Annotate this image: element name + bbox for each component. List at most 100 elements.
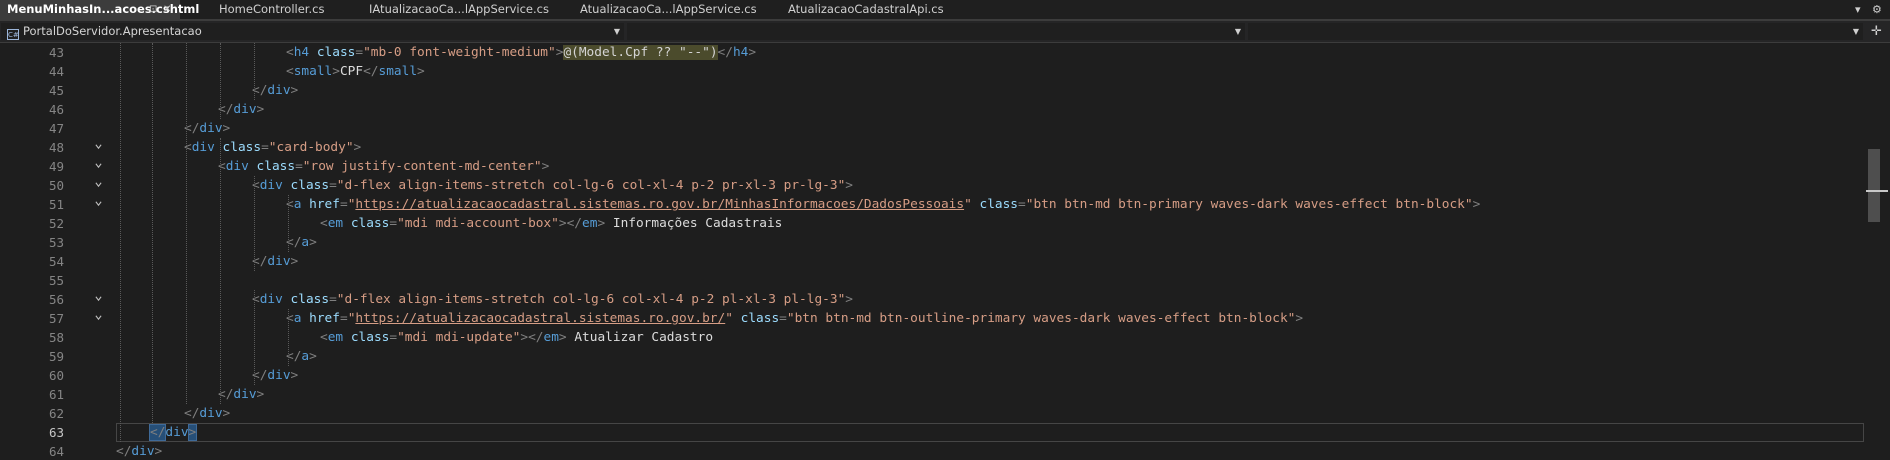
code-token: = bbox=[339, 197, 348, 212]
code-line[interactable]: 51 <a href="https://atualizacaocadastral.… bbox=[0, 195, 1866, 214]
indent-guide bbox=[254, 43, 255, 100]
code-line[interactable]: 54 </div> bbox=[0, 252, 1866, 271]
line-number: 45 bbox=[48, 83, 64, 98]
indent-guide bbox=[152, 43, 153, 423]
code-token: > bbox=[256, 387, 265, 402]
code-token: = bbox=[329, 292, 337, 307]
code-token: "btn btn-md btn-primary waves-dark waves… bbox=[1025, 197, 1473, 212]
tab-label: AtualizacaoCadastralApi.cs bbox=[788, 2, 944, 16]
line-number: 49 bbox=[48, 159, 64, 174]
code-line[interactable]: 59 </a> bbox=[0, 347, 1866, 366]
code-text: <small>CPF</small> bbox=[286, 62, 425, 81]
code-line[interactable]: 53 </a> bbox=[0, 233, 1866, 252]
code-token: a bbox=[301, 349, 310, 364]
code-token: > bbox=[845, 292, 854, 307]
tab-overflow-icon[interactable]: ▾ bbox=[1855, 0, 1861, 19]
code-line[interactable]: 64 </div> bbox=[0, 442, 1866, 460]
code-token: = bbox=[339, 311, 348, 326]
code-line[interactable]: 56 <div class="d-flex align-items-stretch… bbox=[0, 290, 1866, 309]
code-line[interactable]: 60 </div> bbox=[0, 366, 1866, 385]
indent-guide bbox=[186, 43, 187, 404]
scrollbar-thumb[interactable] bbox=[1868, 149, 1880, 222]
code-token: < bbox=[286, 64, 294, 79]
code-token: </ bbox=[148, 424, 167, 441]
code-line[interactable]: 45 </div> bbox=[0, 81, 1866, 100]
line-number: 62 bbox=[48, 406, 64, 421]
line-number: 51 bbox=[48, 197, 64, 212]
tab-label: AtualizacaoCa...lAppService.cs bbox=[580, 2, 757, 16]
indent-guide bbox=[288, 195, 289, 252]
fold-chevron-icon[interactable] bbox=[95, 295, 102, 302]
chevron-down-icon: ▼ bbox=[613, 27, 620, 36]
code-text: </div> bbox=[116, 442, 162, 460]
code-line[interactable]: 63 </div> bbox=[0, 423, 1866, 442]
code-text: </div> bbox=[218, 385, 264, 404]
line-number: 47 bbox=[48, 121, 64, 136]
code-token: > bbox=[353, 140, 362, 155]
code-token: class bbox=[214, 140, 262, 155]
code-line[interactable]: 58 <em class="mdi mdi-update"></em> Atual… bbox=[0, 328, 1866, 347]
code-token: Informações Cadastrais bbox=[612, 216, 783, 231]
code-line[interactable]: 50 <div class="d-flex align-items-stretch… bbox=[0, 176, 1866, 195]
tab-menuminhasinformacoes[interactable]: MenuMinhasIn...acoes.cshtml ⊡ ✕ bbox=[0, 0, 199, 19]
fold-chevron-icon[interactable] bbox=[95, 314, 102, 321]
close-icon[interactable]: ✕ bbox=[163, 0, 171, 19]
line-number: 58 bbox=[48, 330, 64, 345]
code-line[interactable]: 44 <small>CPF</small> bbox=[0, 62, 1866, 81]
document-tab-bar: MenuMinhasIn...acoes.cshtml ⊡ ✕ HomeCont… bbox=[0, 0, 1890, 21]
code-line[interactable]: 49 <div class="row justify-content-md-cen… bbox=[0, 157, 1866, 176]
code-token: h4 bbox=[293, 45, 310, 60]
split-editor-icon[interactable]: ✛ bbox=[1871, 22, 1882, 41]
code-token: div bbox=[259, 178, 283, 193]
code-line[interactable]: 52 <em class="mdi mdi-account-box"></em> … bbox=[0, 214, 1866, 233]
code-line[interactable]: 43 <h4 class="mb-0 font-weight-medium">@(… bbox=[0, 43, 1866, 62]
chevron-down-icon: ▼ bbox=[1234, 27, 1241, 36]
line-number: 44 bbox=[48, 64, 64, 79]
code-line[interactable]: 61 </div> bbox=[0, 385, 1866, 404]
code-token: a bbox=[301, 235, 310, 250]
code-text: <div class="row justify-content-md-cente… bbox=[218, 157, 549, 176]
tab-atualizacaocadastralapi[interactable]: AtualizacaoCadastralApi.cs bbox=[781, 0, 981, 19]
code-text: <div class="d-flex align-items-stretch c… bbox=[252, 176, 853, 195]
member-dropdown[interactable]: ▼ bbox=[627, 23, 1245, 40]
code-token: class bbox=[282, 292, 330, 307]
code-token: div bbox=[233, 387, 257, 402]
symbol-dropdown[interactable]: ▼ bbox=[1248, 23, 1863, 40]
code-token: class bbox=[282, 178, 330, 193]
tab-label: HomeController.cs bbox=[219, 2, 325, 16]
line-number: 57 bbox=[48, 311, 64, 326]
code-token: div bbox=[131, 444, 155, 459]
fold-chevron-icon[interactable] bbox=[95, 181, 102, 188]
code-token: em bbox=[327, 216, 344, 231]
project-name: PortalDoServidor.Apresentacao bbox=[23, 24, 202, 38]
code-line[interactable]: 48 <div class="card-body"> bbox=[0, 138, 1866, 157]
code-line[interactable]: 57 <a href="https://atualizacaocadastral.… bbox=[0, 309, 1866, 328]
code-link[interactable]: https://atualizacaocadastral.sistemas.ro… bbox=[355, 197, 964, 212]
line-number: 64 bbox=[48, 444, 64, 459]
code-link[interactable]: https://atualizacaocadastral.sistemas.ro… bbox=[355, 311, 725, 326]
settings-icon[interactable]: ⚙ bbox=[1872, 0, 1882, 19]
code-token: = bbox=[779, 311, 787, 326]
code-line[interactable]: 46 </div> bbox=[0, 100, 1866, 119]
code-token: > bbox=[417, 64, 425, 79]
pin-icon[interactable]: ⊡ bbox=[149, 0, 157, 19]
project-dropdown[interactable]: C# PortalDoServidor.Apresentacao ▼ bbox=[1, 23, 624, 40]
vertical-scrollbar[interactable] bbox=[1866, 43, 1890, 460]
code-line[interactable]: 47 </div> bbox=[0, 119, 1866, 138]
code-token: > bbox=[597, 216, 613, 231]
line-number: 52 bbox=[48, 216, 64, 231]
tab-iatualizacaocadastralappservice[interactable]: IAtualizacaoCa...lAppService.cs bbox=[362, 0, 566, 19]
code-line[interactable]: 55 bbox=[0, 271, 1866, 290]
code-token: = bbox=[295, 159, 303, 174]
code-token: > bbox=[748, 45, 757, 60]
fold-chevron-icon[interactable] bbox=[95, 200, 102, 207]
current-line-highlight bbox=[116, 423, 1864, 442]
code-token: div bbox=[267, 254, 291, 269]
code-editor[interactable]: 43 <h4 class="mb-0 font-weight-medium">@(… bbox=[0, 43, 1866, 460]
tab-atualizacaocadastralappservice[interactable]: AtualizacaoCa...lAppService.cs bbox=[573, 0, 775, 19]
fold-chevron-icon[interactable] bbox=[95, 143, 102, 150]
code-token: </ bbox=[184, 406, 200, 421]
fold-chevron-icon[interactable] bbox=[95, 162, 102, 169]
code-line[interactable]: 62 </div> bbox=[0, 404, 1866, 423]
tab-homecontroller[interactable]: HomeController.cs bbox=[212, 0, 362, 19]
